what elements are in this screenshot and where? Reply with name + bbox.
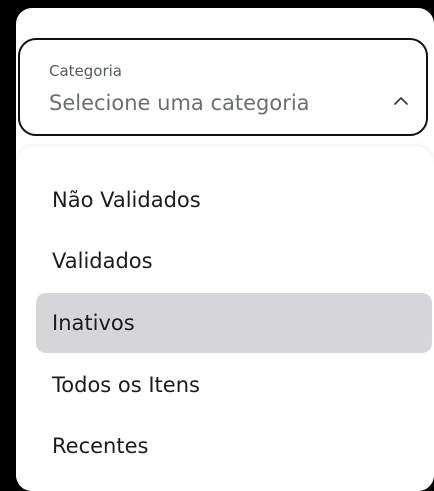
- option-recentes[interactable]: Recentes: [36, 416, 432, 476]
- option-validados[interactable]: Validados: [36, 231, 432, 291]
- option-nao-validados[interactable]: Não Validados: [36, 170, 432, 230]
- option-todos-os-itens[interactable]: Todos os Itens: [36, 355, 432, 415]
- options-list: Não Validados Validados Inativos Todos o…: [16, 146, 434, 491]
- option-inativos[interactable]: Inativos: [36, 293, 432, 353]
- category-select[interactable]: Categoria Selecione uma categoria: [18, 38, 428, 136]
- select-placeholder: Selecione uma categoria: [49, 91, 310, 115]
- chevron-up-icon[interactable]: [390, 90, 412, 112]
- dropdown-panel: Categoria Selecione uma categoria Não Va…: [16, 8, 434, 491]
- select-label: Categoria: [49, 62, 123, 80]
